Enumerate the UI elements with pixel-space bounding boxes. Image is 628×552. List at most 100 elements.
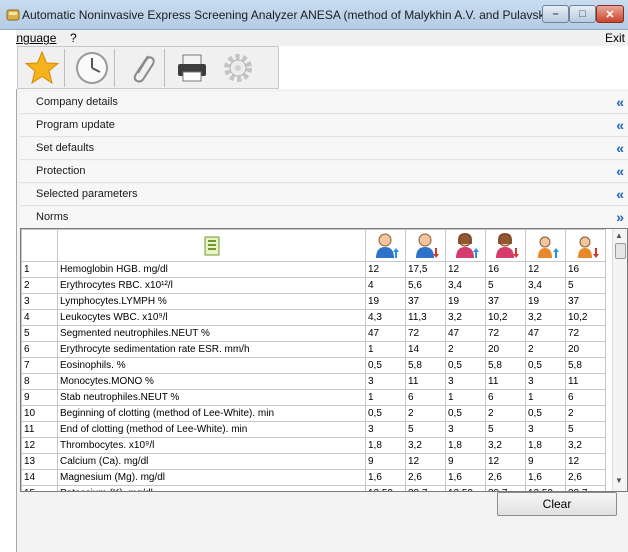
- norm-value-cell[interactable]: 3,4: [445, 277, 486, 294]
- norm-value-cell[interactable]: 11: [405, 373, 446, 390]
- close-button[interactable]: ✕: [596, 5, 624, 23]
- norm-value-cell[interactable]: 14: [405, 341, 446, 358]
- collapse-icon[interactable]: «: [616, 186, 624, 202]
- table-row[interactable]: 6 Erythrocyte sedimentation rate ESR. mm/…: [21, 341, 606, 358]
- collapse-icon[interactable]: «: [616, 140, 624, 156]
- norm-value-cell[interactable]: 16: [485, 261, 526, 278]
- norm-value-cell[interactable]: 12: [405, 453, 446, 470]
- norm-value-cell[interactable]: 37: [485, 293, 526, 310]
- norm-value-cell[interactable]: 19: [525, 293, 566, 310]
- norm-value-cell[interactable]: 13,59: [445, 485, 486, 491]
- norm-value-cell[interactable]: 12: [365, 261, 406, 278]
- minimize-button[interactable]: –: [542, 5, 569, 23]
- section-program-update[interactable]: Program update «: [20, 115, 628, 137]
- norm-value-cell[interactable]: 3: [365, 421, 406, 438]
- norm-value-cell[interactable]: 3,2: [565, 437, 606, 454]
- table-row[interactable]: 13 Calcium (Ca). mg/dl 9 12 9 12 9 12: [21, 453, 606, 470]
- section-selected-parameters[interactable]: Selected parameters «: [20, 184, 628, 206]
- table-row[interactable]: 8 Monocytes.MONO % 3 11 3 11 3 11: [21, 373, 606, 390]
- collapse-icon[interactable]: «: [616, 163, 624, 179]
- norm-value-cell[interactable]: 4,3: [365, 309, 406, 326]
- norm-value-cell[interactable]: 20,7: [405, 485, 446, 491]
- expand-icon[interactable]: »: [616, 209, 624, 225]
- norm-value-cell[interactable]: 2,6: [485, 469, 526, 486]
- norm-value-cell[interactable]: 1,8: [445, 437, 486, 454]
- norm-value-cell[interactable]: 3,2: [445, 309, 486, 326]
- norm-value-cell[interactable]: 2: [405, 405, 446, 422]
- norm-value-cell[interactable]: 13,59: [365, 485, 406, 491]
- norm-value-cell[interactable]: 3,4: [525, 277, 566, 294]
- norm-value-cell[interactable]: 1: [365, 389, 406, 406]
- norm-value-cell[interactable]: 16: [565, 261, 606, 278]
- norm-value-cell[interactable]: 72: [405, 325, 446, 342]
- norm-value-cell[interactable]: 47: [365, 325, 406, 342]
- attach-button[interactable]: [120, 49, 165, 87]
- clear-button[interactable]: Clear: [497, 492, 617, 516]
- norm-value-cell[interactable]: 11: [565, 373, 606, 390]
- norm-value-cell[interactable]: 1,6: [445, 469, 486, 486]
- norm-value-cell[interactable]: 0,5: [525, 405, 566, 422]
- norm-value-cell[interactable]: 0,5: [365, 405, 406, 422]
- collapse-icon[interactable]: «: [616, 117, 624, 133]
- norm-value-cell[interactable]: 1: [365, 341, 406, 358]
- norm-value-cell[interactable]: 9: [525, 453, 566, 470]
- print-button[interactable]: [170, 49, 214, 87]
- norm-value-cell[interactable]: 5: [485, 421, 526, 438]
- norm-value-cell[interactable]: 2,6: [565, 469, 606, 486]
- table-row[interactable]: 2 Erythrocytes RBC. x10¹²/l 4 5,6 3,4 5 3,4 5: [21, 277, 606, 294]
- norm-value-cell[interactable]: 11: [485, 373, 526, 390]
- norm-value-cell[interactable]: 12: [565, 453, 606, 470]
- table-row[interactable]: 7 Eosinophils. % 0,5 5,8 0,5 5,8 0,5 5,8: [21, 357, 606, 374]
- collapse-icon[interactable]: «: [616, 94, 624, 110]
- history-button[interactable]: [70, 49, 115, 87]
- norm-value-cell[interactable]: 0,5: [445, 405, 486, 422]
- section-set-defaults[interactable]: Set defaults «: [20, 138, 628, 160]
- norm-value-cell[interactable]: 2: [485, 405, 526, 422]
- menu-exit[interactable]: Exit: [605, 31, 625, 45]
- favorites-button[interactable]: [20, 49, 65, 87]
- norm-value-cell[interactable]: 1: [445, 389, 486, 406]
- norm-value-cell[interactable]: 1,6: [365, 469, 406, 486]
- table-row[interactable]: 4 Leukocytes WBC. x10⁹/l 4,3 11,3 3,2 10,2 3,2…: [21, 309, 606, 326]
- maximize-button[interactable]: □: [569, 5, 596, 23]
- norm-value-cell[interactable]: 47: [445, 325, 486, 342]
- norm-value-cell[interactable]: 12: [485, 453, 526, 470]
- norm-value-cell[interactable]: 72: [565, 325, 606, 342]
- norm-value-cell[interactable]: 9: [445, 453, 486, 470]
- norm-value-cell[interactable]: 1,8: [365, 437, 406, 454]
- norm-value-cell[interactable]: 5: [565, 277, 606, 294]
- table-row[interactable]: 11 End of clotting (method of Lee-White).…: [21, 421, 606, 438]
- norm-value-cell[interactable]: 3: [445, 421, 486, 438]
- norm-value-cell[interactable]: 3: [525, 373, 566, 390]
- norm-value-cell[interactable]: 10,2: [485, 309, 526, 326]
- scroll-down-icon[interactable]: ▼: [615, 476, 623, 485]
- norm-value-cell[interactable]: 5,8: [405, 357, 446, 374]
- section-protection[interactable]: Protection «: [20, 161, 628, 183]
- norm-value-cell[interactable]: 6: [485, 389, 526, 406]
- scroll-thumb[interactable]: [615, 243, 626, 259]
- table-row[interactable]: 14 Magnesium (Mg). mg/dl 1,6 2,6 1,6 2,6 1,6 2,…: [21, 469, 606, 486]
- norm-value-cell[interactable]: 37: [405, 293, 446, 310]
- norm-value-cell[interactable]: 3: [445, 373, 486, 390]
- norm-value-cell[interactable]: 0,5: [445, 357, 486, 374]
- norm-value-cell[interactable]: 2,6: [405, 469, 446, 486]
- norm-value-cell[interactable]: 0,5: [525, 357, 566, 374]
- scroll-up-icon[interactable]: ▲: [615, 231, 623, 240]
- norm-value-cell[interactable]: 11,3: [405, 309, 446, 326]
- norm-value-cell[interactable]: 2: [525, 341, 566, 358]
- norm-value-cell[interactable]: 3,2: [485, 437, 526, 454]
- norm-value-cell[interactable]: 19: [365, 293, 406, 310]
- norm-value-cell[interactable]: 5,6: [405, 277, 446, 294]
- norm-value-cell[interactable]: 6: [405, 389, 446, 406]
- norm-value-cell[interactable]: 12: [445, 261, 486, 278]
- table-row[interactable]: 10 Beginning of clotting (method of Lee-W…: [21, 405, 606, 422]
- norm-value-cell[interactable]: 5,8: [565, 357, 606, 374]
- norm-value-cell[interactable]: 3,2: [405, 437, 446, 454]
- norm-value-cell[interactable]: 1,8: [525, 437, 566, 454]
- table-row[interactable]: 9 Stab neutrophiles.NEUT % 1 6 1 6 1 6: [21, 389, 606, 406]
- norm-value-cell[interactable]: 20: [485, 341, 526, 358]
- norm-value-cell[interactable]: 5: [485, 277, 526, 294]
- section-norms[interactable]: Norms »: [20, 207, 628, 229]
- vertical-scrollbar[interactable]: ▲ ▼: [612, 229, 627, 491]
- norm-value-cell[interactable]: 2: [565, 405, 606, 422]
